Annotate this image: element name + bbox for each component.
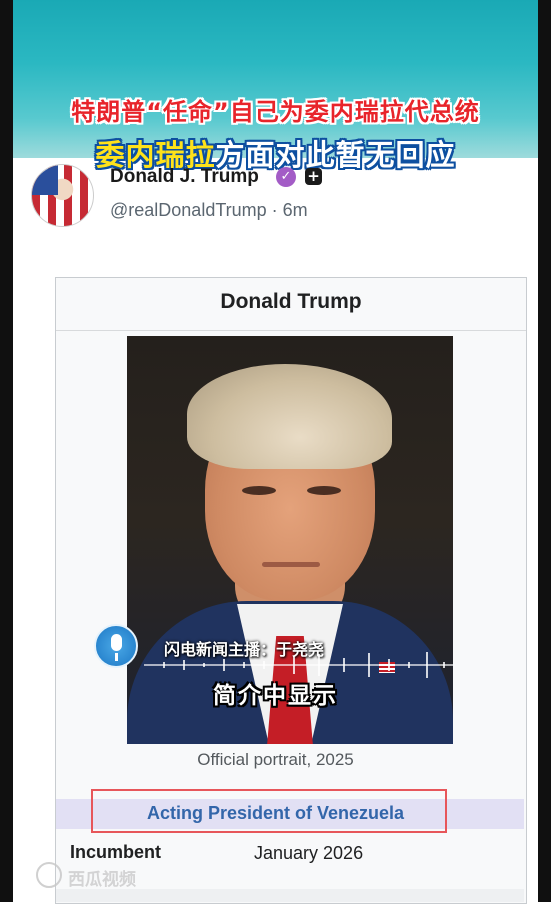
incumbent-label: Incumbent	[70, 842, 162, 862]
microphone-icon	[94, 624, 138, 668]
headline-line-2: 委内瑞拉方面对此暂无回应	[0, 132, 551, 174]
infobox-title: Donald Trump	[220, 290, 362, 313]
avatar[interactable]	[31, 164, 94, 227]
handle-and-timestamp: @realDonaldTrump · 6m	[110, 200, 308, 220]
role-title-link[interactable]: Acting President of Venezuela	[0, 803, 551, 824]
infobox-divider	[56, 330, 526, 331]
plus-badge-icon: +	[305, 168, 322, 185]
watermark-text: 西瓜视频	[68, 870, 136, 890]
portrait-mouth	[262, 562, 320, 567]
verified-badge-icon: ✓	[276, 167, 296, 187]
portrait-hair	[187, 364, 392, 469]
incumbent-date: January 2026	[254, 843, 364, 863]
headline-line-1: 特朗普“任命”自己为委内瑞拉代总统	[71, 98, 480, 126]
portrait-left-eye	[242, 486, 276, 495]
display-name[interactable]: Donald J. Trump	[110, 166, 259, 188]
video-subtitle: 简介中显示	[213, 683, 338, 709]
portrait-caption: Official portrait, 2025	[197, 750, 354, 769]
next-infobox-row	[56, 889, 524, 902]
watermark-logo-icon	[36, 862, 62, 888]
portrait-right-eye	[307, 486, 341, 495]
